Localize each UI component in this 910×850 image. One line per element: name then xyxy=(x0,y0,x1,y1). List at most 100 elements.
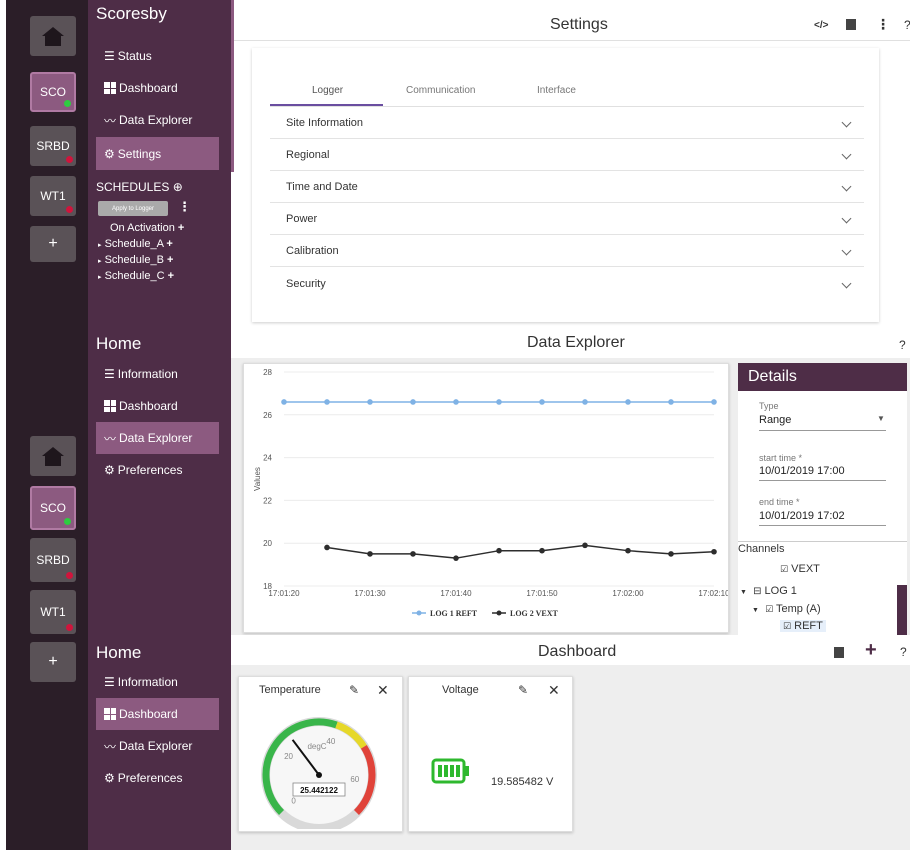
indeterminate-checkbox-icon[interactable]: ⊟ xyxy=(753,586,761,597)
expand-icon: ▸ xyxy=(98,242,102,249)
section-regional[interactable]: Regional xyxy=(270,139,864,171)
schedule-item[interactable]: ▸ Schedule_C + xyxy=(98,270,174,282)
expand-icon: ▸ xyxy=(98,274,102,281)
channel-vext[interactable]: ☑ VEXT xyxy=(780,563,820,575)
data-point xyxy=(367,399,373,405)
nav-item-dashboard[interactable]: Dashboard xyxy=(96,698,219,730)
nav-item-data-explorer[interactable]: 〰 Data Explorer xyxy=(96,422,219,454)
add-icon[interactable]: + xyxy=(167,254,173,266)
expand-icon[interactable]: ▼ xyxy=(752,607,759,614)
schedule-item[interactable]: ▸ Schedule_B + xyxy=(98,254,173,266)
gauge-tick-label: 60 xyxy=(350,775,359,784)
help-icon[interactable]: ? xyxy=(904,18,910,32)
add-device-button[interactable]: + xyxy=(30,226,76,262)
gauge-tick-label: 20 xyxy=(284,752,293,761)
edit-icon[interactable]: ✎ xyxy=(518,683,528,697)
data-point xyxy=(281,399,287,405)
trend-icon: 〰 xyxy=(104,739,117,754)
device-button-srbd[interactable]: SRBD xyxy=(30,538,76,582)
add-icon[interactable]: + xyxy=(168,270,174,282)
section-time-and-date[interactable]: Time and Date xyxy=(270,171,864,203)
tab-logger[interactable]: Logger xyxy=(312,85,343,96)
page-title: Dashboard xyxy=(538,643,617,660)
chevron-down-icon xyxy=(841,117,852,128)
schedules-header: SCHEDULES ⊕ xyxy=(96,180,183,194)
code-icon[interactable]: </> xyxy=(814,20,828,31)
add-widget-icon[interactable]: + xyxy=(865,639,877,662)
close-icon[interactable]: ✕ xyxy=(548,682,560,699)
data-point xyxy=(324,399,330,405)
widget-title: Voltage xyxy=(442,684,479,696)
start-time-label: start time * xyxy=(759,453,803,463)
nav-item-preferences[interactable]: ⚙ Preferences xyxy=(96,762,219,794)
home-button[interactable] xyxy=(30,436,76,476)
start-time-input[interactable]: 10/01/2019 17:00 xyxy=(759,465,845,477)
channel-reft[interactable]: ☑ REFT xyxy=(780,620,826,632)
section-calibration[interactable]: Calibration xyxy=(270,235,864,267)
end-time-input[interactable]: 10/01/2019 17:02 xyxy=(759,510,845,522)
channel-group-temp[interactable]: ▼ ☑ Temp (A) xyxy=(752,603,821,615)
save-icon[interactable] xyxy=(846,19,856,30)
device-button-srbd[interactable]: SRBD xyxy=(30,126,76,166)
temperature-widget[interactable]: Temperature ✎ ✕ 0 20 40 60 degC 25.442122 xyxy=(238,676,403,832)
apply-to-logger-button[interactable]: Apply to Logger xyxy=(98,201,168,216)
scrollbar[interactable] xyxy=(897,585,907,635)
checkbox-icon[interactable]: ☑ xyxy=(765,604,773,614)
y-axis-label: Values xyxy=(253,467,262,491)
data-point xyxy=(668,551,674,557)
voltage-widget[interactable]: Voltage ✎ ✕ 19.585482 V xyxy=(408,676,573,832)
device-button-wt1[interactable]: WT1 xyxy=(30,590,76,634)
legend-label: LOG 2 VEXT xyxy=(510,609,559,618)
nav-item-dashboard[interactable]: Dashboard xyxy=(96,390,219,422)
close-icon[interactable]: ✕ xyxy=(377,682,389,699)
tab-interface[interactable]: Interface xyxy=(537,85,576,96)
nav-item-data-explorer[interactable]: 〰 Data Explorer xyxy=(96,104,219,136)
nav-panel-device: Scoresby ☰ Status Dashboard 〰 Data Explore… xyxy=(88,0,231,300)
add-icon[interactable]: + xyxy=(178,222,184,234)
details-header: Details xyxy=(738,363,907,391)
checkbox-icon[interactable]: ☑ xyxy=(780,564,788,574)
section-power[interactable]: Power xyxy=(270,203,864,235)
more-vert-icon[interactable]: ⋮ xyxy=(876,16,890,33)
channel-group-log1[interactable]: ▼ ⊟ LOG 1 xyxy=(740,585,797,597)
type-label: Type xyxy=(759,401,779,411)
list-icon: ☰ xyxy=(104,675,115,689)
data-point xyxy=(324,544,330,551)
nav-item-settings[interactable]: ⚙ Settings xyxy=(96,137,219,170)
add-device-button[interactable]: + xyxy=(30,642,76,682)
data-point xyxy=(625,547,631,554)
device-button-sco[interactable]: SCO xyxy=(30,72,76,112)
widget-title: Temperature xyxy=(259,684,321,696)
expand-icon[interactable]: ▼ xyxy=(740,589,747,596)
tab-communication[interactable]: Communication xyxy=(406,85,475,96)
type-select[interactable]: Range xyxy=(759,414,791,426)
nav-item-dashboard[interactable]: Dashboard xyxy=(96,72,219,104)
status-dot xyxy=(66,572,73,579)
section-security[interactable]: Security xyxy=(270,268,864,300)
help-icon[interactable]: ? xyxy=(899,338,906,352)
nav-item-data-explorer[interactable]: 〰 Data Explorer xyxy=(96,730,219,762)
nav-item-status[interactable]: ☰ Status xyxy=(96,40,219,72)
nav-item-information[interactable]: ☰ Information xyxy=(96,358,219,390)
nav-item-preferences[interactable]: ⚙ Preferences xyxy=(96,454,219,486)
section-site-information[interactable]: Site Information xyxy=(270,107,864,139)
nav-item-information[interactable]: ☰ Information xyxy=(96,666,219,698)
save-icon[interactable] xyxy=(834,647,844,658)
add-circle-icon[interactable]: ⊕ xyxy=(173,180,183,194)
checkbox-icon[interactable]: ☑ xyxy=(783,621,791,631)
data-point xyxy=(367,551,373,557)
chevron-down-icon xyxy=(841,181,852,192)
device-button-sco[interactable]: SCO xyxy=(30,486,76,530)
home-button[interactable] xyxy=(30,16,76,56)
device-button-wt1[interactable]: WT1 xyxy=(30,176,76,216)
schedule-item[interactable]: ▸ Schedule_A + xyxy=(98,238,173,250)
dropdown-arrow-icon[interactable]: ▼ xyxy=(877,414,885,423)
expand-icon: ▸ xyxy=(98,258,102,265)
more-vert-icon[interactable]: ⋮ xyxy=(178,199,191,215)
add-icon[interactable]: + xyxy=(166,238,172,250)
on-activation-item[interactable]: On Activation + xyxy=(110,222,184,234)
nav-title: Home xyxy=(96,334,142,353)
help-icon[interactable]: ? xyxy=(900,645,907,659)
edit-icon[interactable]: ✎ xyxy=(349,683,359,697)
gauge-value: 25.442122 xyxy=(300,786,338,795)
